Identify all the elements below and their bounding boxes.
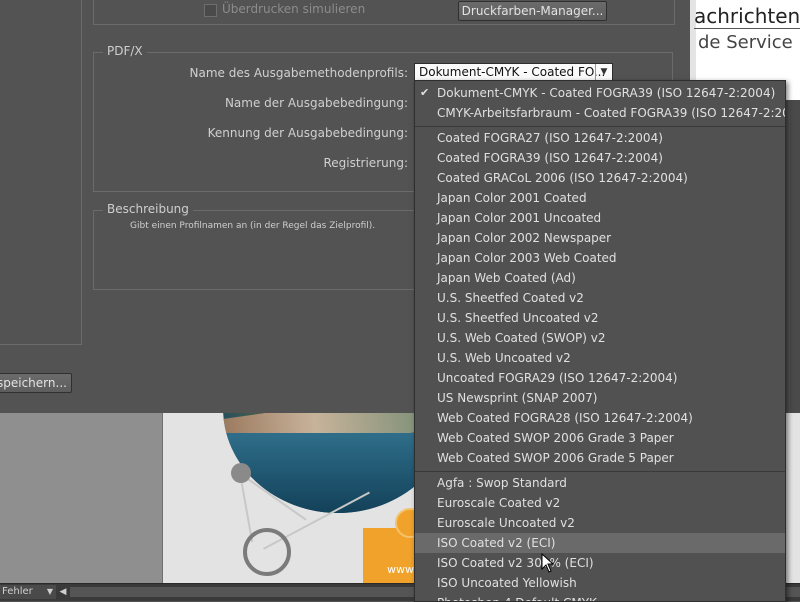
description-text: Gibt einen Profilnamen an (in der Regel … xyxy=(130,221,376,231)
dropdown-option-label: Agfa : Swop Standard xyxy=(437,476,567,490)
dropdown-option-label: U.S. Sheetfed Coated v2 xyxy=(437,291,584,305)
dropdown-option[interactable]: Japan Color 2001 Coated xyxy=(415,188,785,208)
dropdown-option[interactable]: Web Coated FOGRA28 (ISO 12647-2:2004) xyxy=(415,408,785,428)
dropdown-option[interactable]: Euroscale Uncoated v2 xyxy=(415,513,785,533)
dropdown-option-label: Japan Color 2001 Coated xyxy=(437,191,587,205)
dialog-sidebar-panel xyxy=(0,0,82,345)
dropdown-option-label: Web Coated SWOP 2006 Grade 5 Paper xyxy=(437,451,674,465)
dropdown-option[interactable]: Photoshop 4 Default CMYK xyxy=(415,593,785,601)
dropdown-option[interactable]: U.S. Sheetfed Uncoated v2 xyxy=(415,308,785,328)
dropdown-option[interactable]: Uncoated FOGRA29 (ISO 12647-2:2004) xyxy=(415,368,785,388)
scroll-left-icon[interactable]: ◀ xyxy=(58,585,68,599)
save-preset-button[interactable]: speichern... xyxy=(0,373,72,393)
dropdown-option-label: CMYK-Arbeitsfarbraum - Coated FOGRA39 (I… xyxy=(437,106,786,120)
dropdown-option-label: Euroscale Coated v2 xyxy=(437,496,561,510)
dropdown-separator xyxy=(415,471,785,472)
pasteboard xyxy=(0,413,163,583)
chevron-down-icon[interactable]: ▼ xyxy=(595,64,612,81)
dropdown-option-label: U.S. Sheetfed Uncoated v2 xyxy=(437,311,599,325)
dropdown-option[interactable]: Coated FOGRA27 (ISO 12647-2:2004) xyxy=(415,128,785,148)
preflight-status-label: Fehler xyxy=(2,586,33,597)
dropdown-option[interactable]: Coated FOGRA39 (ISO 12647-2:2004) xyxy=(415,148,785,168)
dropdown-option-label: Japan Color 2002 Newspaper xyxy=(437,231,612,245)
dropdown-option[interactable]: Japan Color 2001 Uncoated xyxy=(415,208,785,228)
dropdown-option[interactable]: ✔ Dokument-CMYK - Coated FOGRA39 (ISO 12… xyxy=(415,83,785,103)
background-text-line-1: achrichten, xyxy=(694,4,800,28)
registry-label: Registrierung: xyxy=(323,156,408,170)
dropdown-option[interactable]: US Newsprint (SNAP 2007) xyxy=(415,388,785,408)
chevron-down-icon: ▼ xyxy=(46,587,53,596)
dropdown-option-label: Coated FOGRA27 (ISO 12647-2:2004) xyxy=(437,131,663,145)
dropdown-option[interactable]: CMYK-Arbeitsfarbraum - Coated FOGRA39 (I… xyxy=(415,103,785,123)
dropdown-option[interactable]: Japan Web Coated (Ad) xyxy=(415,268,785,288)
dropdown-option-label: Uncoated FOGRA29 (ISO 12647-2:2004) xyxy=(437,371,678,385)
dropdown-option-label: U.S. Web Coated (SWOP) v2 xyxy=(437,331,606,345)
dropdown-option[interactable]: Japan Color 2003 Web Coated xyxy=(415,248,785,268)
dropdown-option-label: Coated FOGRA39 (ISO 12647-2:2004) xyxy=(437,151,663,165)
dropdown-option-label: U.S. Web Uncoated v2 xyxy=(437,351,571,365)
dropdown-option[interactable]: U.S. Web Uncoated v2 xyxy=(415,348,785,368)
dropdown-option[interactable]: ISO Coated v2 300% (ECI) xyxy=(415,553,785,573)
mouse-pointer-icon xyxy=(541,553,555,573)
background-text-line-2: de Service xyxy=(698,32,793,53)
output-profile-value: Dokument-CMYK - Coated FO... xyxy=(419,65,606,79)
output-profile-label: Name des Ausgabemethodenprofils: xyxy=(189,66,408,80)
dropdown-option[interactable]: Web Coated SWOP 2006 Grade 3 Paper xyxy=(415,428,785,448)
dropdown-option[interactable]: Coated GRACoL 2006 (ISO 12647-2:2004) xyxy=(415,168,785,188)
dropdown-option[interactable]: Japan Color 2002 Newspaper xyxy=(415,228,785,248)
grey-ring-shape xyxy=(243,528,291,576)
dropdown-option-label: Coated GRACoL 2006 (ISO 12647-2:2004) xyxy=(437,171,688,185)
dropdown-option-label: ISO Coated v2 300% (ECI) xyxy=(437,556,594,570)
overprint-label: Überdrucken simulieren xyxy=(222,2,366,16)
dropdown-option-label: US Newsprint (SNAP 2007) xyxy=(437,391,598,405)
dropdown-option[interactable]: ISO Uncoated Yellowish xyxy=(415,573,785,593)
checkmark-icon: ✔ xyxy=(420,86,430,99)
dropdown-separator xyxy=(415,126,785,127)
dropdown-option-label: Euroscale Uncoated v2 xyxy=(437,516,575,530)
description-group-title: Beschreibung xyxy=(103,202,193,216)
dropdown-option-label: Photoshop 4 Default CMYK xyxy=(437,593,597,601)
dropdown-option-label: Japan Web Coated (Ad) xyxy=(437,271,576,285)
pdfx-group-title: PDF/X xyxy=(103,44,147,58)
condition-name-label: Name der Ausgabebedingung: xyxy=(224,96,408,110)
dropdown-option-label: Web Coated FOGRA28 (ISO 12647-2:2004) xyxy=(437,411,693,425)
ink-manager-button[interactable]: Druckfarben-Manager... xyxy=(458,1,607,21)
dropdown-option-label: Japan Color 2001 Uncoated xyxy=(437,211,602,225)
website-text: www xyxy=(387,563,414,576)
divider xyxy=(694,28,800,29)
dropdown-option-hovered[interactable]: ISO Coated v2 (ECI) xyxy=(415,533,785,553)
dropdown-option[interactable]: U.S. Sheetfed Coated v2 xyxy=(415,288,785,308)
dropdown-option-label: Web Coated SWOP 2006 Grade 3 Paper xyxy=(437,431,674,445)
dropdown-option-label: Japan Color 2003 Web Coated xyxy=(437,251,617,265)
dropdown-option-label: ISO Uncoated Yellowish xyxy=(437,576,577,590)
dropdown-option[interactable]: U.S. Web Coated (SWOP) v2 xyxy=(415,328,785,348)
output-profile-dropdown-list: ✔ Dokument-CMYK - Coated FOGRA39 (ISO 12… xyxy=(414,80,786,602)
grey-dot-shape xyxy=(231,463,251,483)
preflight-status-select[interactable]: Fehler ▼ xyxy=(0,585,56,599)
condition-id-label: Kennung der Ausgabebedingung: xyxy=(207,126,408,140)
dropdown-option[interactable]: Web Coated SWOP 2006 Grade 5 Paper xyxy=(415,448,785,468)
dropdown-option-label: ISO Coated v2 (ECI) xyxy=(437,536,556,550)
overprint-checkbox[interactable] xyxy=(204,4,217,17)
dropdown-option-label: Dokument-CMYK - Coated FOGRA39 (ISO 1264… xyxy=(437,86,776,100)
dropdown-option[interactable]: Agfa : Swop Standard xyxy=(415,473,785,493)
dropdown-option[interactable]: Euroscale Coated v2 xyxy=(415,493,785,513)
